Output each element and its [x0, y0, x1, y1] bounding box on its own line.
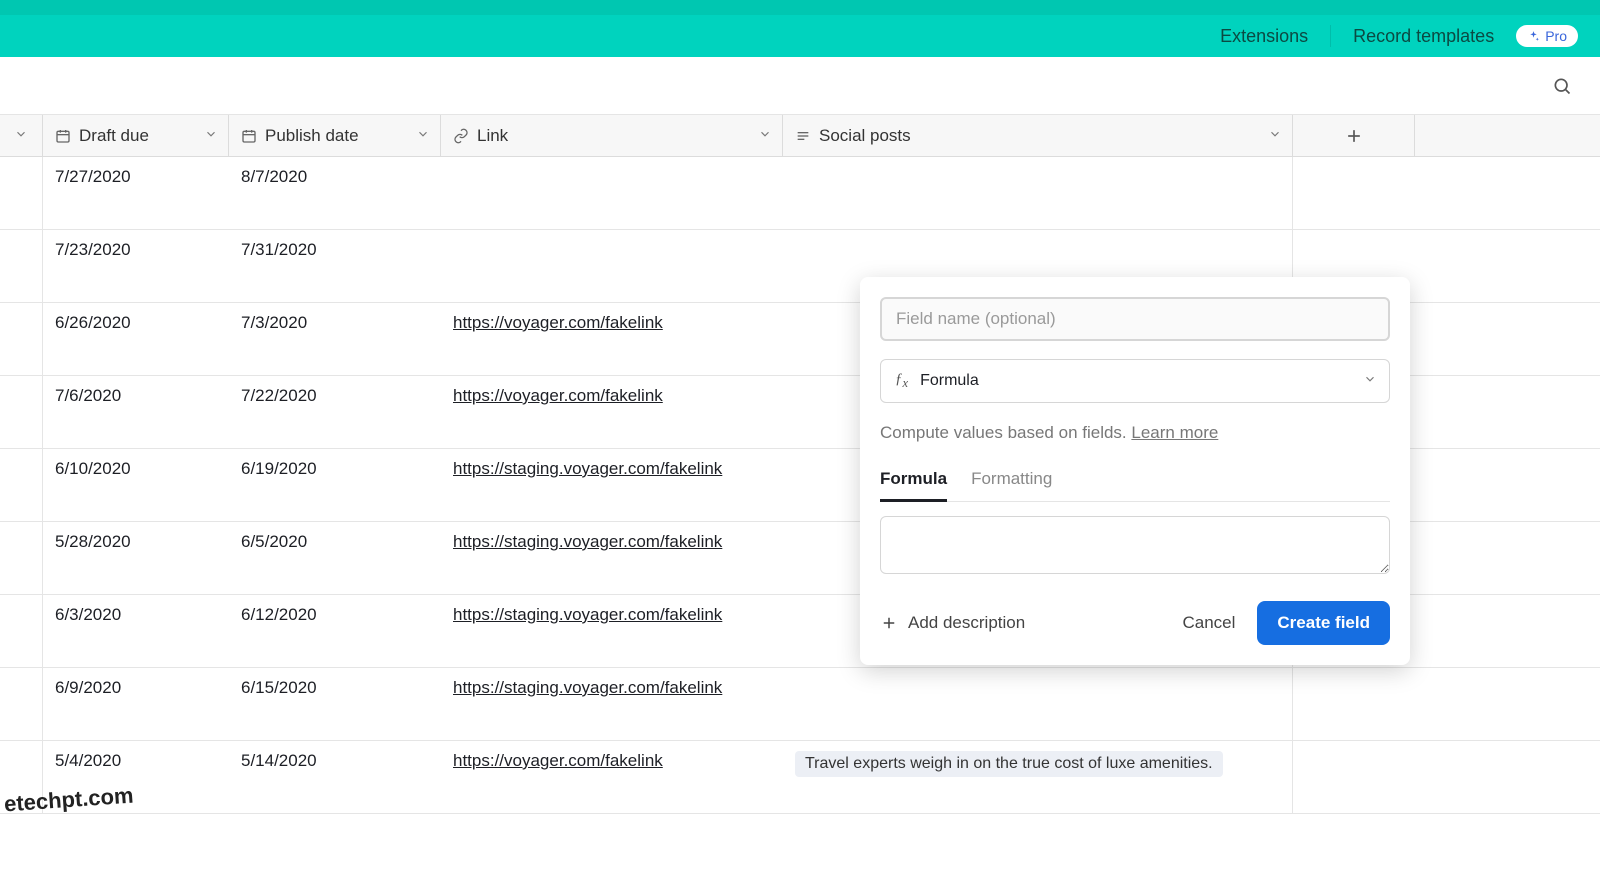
plus-icon	[880, 614, 898, 632]
cell-publish-date[interactable]: 7/3/2020	[229, 303, 441, 375]
add-description-button[interactable]: Add description	[880, 613, 1025, 633]
link-value[interactable]: https://staging.voyager.com/fakelink	[453, 459, 722, 478]
plus-icon	[1344, 126, 1364, 146]
cancel-button[interactable]: Cancel	[1182, 613, 1235, 633]
cell-publish-date[interactable]: 7/31/2020	[229, 230, 441, 302]
row-handle[interactable]	[0, 303, 43, 375]
table-row[interactable]: 7/27/20208/7/2020	[0, 157, 1600, 230]
cell-publish-date[interactable]: 6/12/2020	[229, 595, 441, 667]
app-toolbar: Extensions Record templates Pro	[0, 15, 1600, 57]
chevron-down-icon	[204, 127, 218, 141]
create-field-button[interactable]: Create field	[1257, 601, 1390, 645]
cell-publish-date[interactable]: 5/14/2020	[229, 741, 441, 813]
column-label: Link	[477, 126, 508, 146]
column-draft-due[interactable]: Draft due	[43, 115, 229, 156]
helper-text: Compute values based on fields. Learn mo…	[880, 423, 1390, 443]
cell-link[interactable]: https://voyager.com/fakelink	[441, 376, 783, 448]
cell-link[interactable]: https://staging.voyager.com/fakelink	[441, 522, 783, 594]
cell-link[interactable]: https://voyager.com/fakelink	[441, 303, 783, 375]
popover-tabs: Formula Formatting	[880, 469, 1390, 502]
cell-social-posts[interactable]: Travel experts weigh in on the true cost…	[783, 741, 1293, 813]
link-value[interactable]: https://staging.voyager.com/fakelink	[453, 532, 722, 551]
link-value[interactable]: https://staging.voyager.com/fakelink	[453, 678, 722, 697]
popover-footer: Add description Cancel Create field	[880, 601, 1390, 645]
pro-badge[interactable]: Pro	[1516, 25, 1578, 47]
cell-draft-due[interactable]: 6/3/2020	[43, 595, 229, 667]
add-column-button[interactable]	[1293, 115, 1415, 156]
learn-more-link[interactable]: Learn more	[1131, 423, 1218, 442]
data-grid: Draft due Publish date Link Social posts…	[0, 115, 1600, 814]
cell-draft-due[interactable]: 5/28/2020	[43, 522, 229, 594]
row-header-menu[interactable]	[0, 115, 43, 156]
column-label: Publish date	[265, 126, 359, 146]
column-label: Social posts	[819, 126, 911, 146]
cell-draft-due[interactable]: 7/6/2020	[43, 376, 229, 448]
cell-link[interactable]: https://staging.voyager.com/fakelink	[441, 449, 783, 521]
field-name-input[interactable]	[880, 297, 1390, 341]
field-type-select[interactable]: ƒx Formula	[880, 359, 1390, 403]
calendar-icon	[55, 128, 71, 144]
row-handle[interactable]	[0, 157, 43, 229]
cell-draft-due[interactable]: 7/27/2020	[43, 157, 229, 229]
cell-link[interactable]	[441, 157, 783, 229]
cell-social-posts[interactable]	[783, 157, 1293, 229]
cell-draft-due[interactable]: 6/9/2020	[43, 668, 229, 740]
create-field-popover: ƒx Formula Compute values based on field…	[860, 277, 1410, 665]
social-post-chip[interactable]: Travel experts weigh in on the true cost…	[795, 751, 1223, 777]
cell-draft-due[interactable]: 6/26/2020	[43, 303, 229, 375]
cell-link[interactable]	[441, 230, 783, 302]
link-icon	[453, 128, 469, 144]
table-row[interactable]: 5/4/20205/14/2020https://voyager.com/fak…	[0, 741, 1600, 814]
link-value[interactable]: https://voyager.com/fakelink	[453, 751, 663, 770]
row-handle[interactable]	[0, 376, 43, 448]
row-handle[interactable]	[0, 668, 43, 740]
cell-publish-date[interactable]: 6/15/2020	[229, 668, 441, 740]
column-publish-date[interactable]: Publish date	[229, 115, 441, 156]
calendar-icon	[241, 128, 257, 144]
row-handle[interactable]	[0, 230, 43, 302]
cell-link[interactable]: https://staging.voyager.com/fakelink	[441, 668, 783, 740]
cell-publish-date[interactable]: 7/22/2020	[229, 376, 441, 448]
tab-formatting[interactable]: Formatting	[971, 469, 1052, 501]
chevron-down-icon	[416, 127, 430, 141]
pro-badge-label: Pro	[1545, 28, 1567, 44]
cell-draft-due[interactable]: 7/23/2020	[43, 230, 229, 302]
utility-bar	[0, 57, 1600, 115]
cell-publish-date[interactable]: 6/19/2020	[229, 449, 441, 521]
cell-link[interactable]: https://voyager.com/fakelink	[441, 741, 783, 813]
toolbar-separator	[1330, 25, 1331, 47]
table-row[interactable]: 6/9/20206/15/2020 https://staging.voyager…	[0, 668, 1600, 741]
chevron-down-icon	[1363, 372, 1377, 386]
link-value[interactable]: https://voyager.com/fakelink	[453, 313, 663, 332]
record-templates-link[interactable]: Record templates	[1353, 26, 1494, 47]
chevron-down-icon	[1268, 127, 1282, 141]
field-type-label: Formula	[920, 372, 979, 390]
search-icon[interactable]	[1552, 76, 1572, 96]
link-value[interactable]: https://voyager.com/fakelink	[453, 386, 663, 405]
row-handle[interactable]	[0, 449, 43, 521]
row-handle[interactable]	[0, 522, 43, 594]
add-description-label: Add description	[908, 613, 1025, 633]
column-headers: Draft due Publish date Link Social posts	[0, 115, 1600, 157]
sparkle-icon	[1527, 30, 1540, 43]
column-label: Draft due	[79, 126, 149, 146]
row-handle[interactable]	[0, 595, 43, 667]
cell-link[interactable]: https://staging.voyager.com/fakelink	[441, 595, 783, 667]
cell-publish-date[interactable]: 6/5/2020	[229, 522, 441, 594]
extensions-link[interactable]: Extensions	[1220, 26, 1308, 47]
tab-formula[interactable]: Formula	[880, 469, 947, 502]
cell-draft-due[interactable]: 6/10/2020	[43, 449, 229, 521]
window-top-band	[0, 0, 1600, 15]
cell-social-posts[interactable]	[783, 668, 1293, 740]
formula-icon: ƒx	[895, 371, 908, 391]
chevron-down-icon	[758, 127, 772, 141]
column-link[interactable]: Link	[441, 115, 783, 156]
cell-publish-date[interactable]: 8/7/2020	[229, 157, 441, 229]
column-social-posts[interactable]: Social posts	[783, 115, 1293, 156]
chevron-down-icon	[14, 127, 28, 141]
list-icon	[795, 128, 811, 144]
formula-editor[interactable]	[880, 516, 1390, 574]
link-value[interactable]: https://staging.voyager.com/fakelink	[453, 605, 722, 624]
